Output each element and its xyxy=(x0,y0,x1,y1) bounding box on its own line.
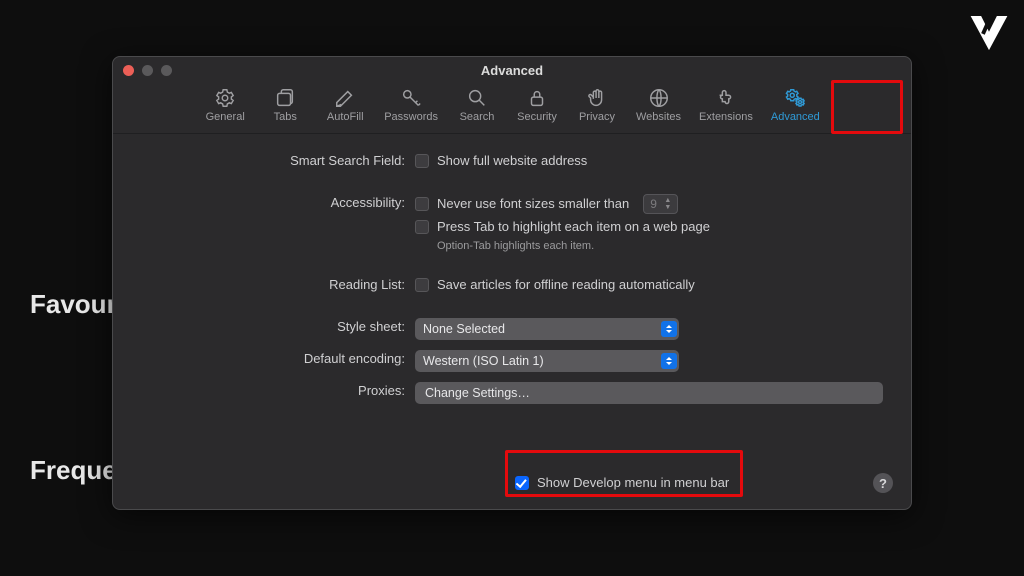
label-proxies: Proxies: xyxy=(141,382,415,400)
row-style-sheet: Style sheet: None Selected xyxy=(141,318,883,340)
tab-extensions[interactable]: Extensions xyxy=(691,85,761,125)
tab-label: General xyxy=(206,111,245,123)
gears-icon xyxy=(784,87,806,109)
min-font-size-value: 9 xyxy=(646,195,661,213)
tab-websites[interactable]: Websites xyxy=(628,85,689,125)
tab-label: Search xyxy=(460,111,495,123)
background-text-favourites: Favouri xyxy=(30,289,124,320)
label-accessibility: Accessibility: xyxy=(141,194,415,212)
checkbox-tab-highlight[interactable] xyxy=(415,220,429,234)
tab-label: Extensions xyxy=(699,111,753,123)
min-font-size-stepper[interactable]: 9 ▲▼ xyxy=(643,194,678,214)
lock-icon xyxy=(526,87,548,109)
tab-label: Websites xyxy=(636,111,681,123)
advanced-pane: Smart Search Field: Show full website ad… xyxy=(113,134,911,428)
key-icon xyxy=(400,87,422,109)
window-titlebar: Advanced xyxy=(113,57,911,83)
hand-icon xyxy=(586,87,608,109)
row-accessibility: Accessibility: Never use font sizes smal… xyxy=(141,194,883,252)
checkbox-show-full-url[interactable] xyxy=(415,154,429,168)
tab-label: Privacy xyxy=(579,111,615,123)
checkbox-min-font-size[interactable] xyxy=(415,197,429,211)
option-offline-reading: Save articles for offline reading automa… xyxy=(437,276,695,294)
help-button[interactable]: ? xyxy=(873,473,893,493)
preferences-toolbar: General Tabs AutoFill Passwords Search S… xyxy=(113,83,911,134)
tab-label: AutoFill xyxy=(327,111,364,123)
select-default-encoding-value: Western (ISO Latin 1) xyxy=(423,354,544,368)
tab-tabs[interactable]: Tabs xyxy=(256,85,314,125)
puzzle-icon xyxy=(715,87,737,109)
select-default-encoding[interactable]: Western (ISO Latin 1) xyxy=(415,350,679,372)
note-option-tab: Option-Tab highlights each item. xyxy=(415,240,883,252)
tab-passwords[interactable]: Passwords xyxy=(376,85,446,125)
brand-logo-icon xyxy=(968,12,1010,54)
tab-general[interactable]: General xyxy=(196,85,254,125)
tab-label: Security xyxy=(517,111,557,123)
label-style-sheet: Style sheet: xyxy=(141,318,415,336)
tab-label: Passwords xyxy=(384,111,438,123)
preferences-window: Advanced General Tabs AutoFill Passwords… xyxy=(112,56,912,510)
tab-search[interactable]: Search xyxy=(448,85,506,125)
stepper-arrows-icon: ▲▼ xyxy=(661,197,675,211)
option-tab-highlight: Press Tab to highlight each item on a we… xyxy=(437,218,710,236)
label-default-encoding: Default encoding: xyxy=(141,350,415,368)
row-reading-list: Reading List: Save articles for offline … xyxy=(141,276,883,294)
annotation-highlight-develop xyxy=(505,450,743,497)
row-smart-search: Smart Search Field: Show full website ad… xyxy=(141,152,883,170)
tab-advanced[interactable]: Advanced xyxy=(763,85,828,125)
row-default-encoding: Default encoding: Western (ISO Latin 1) xyxy=(141,350,883,372)
tab-label: Advanced xyxy=(771,111,820,123)
tab-privacy[interactable]: Privacy xyxy=(568,85,626,125)
change-proxy-settings-button[interactable]: Change Settings… xyxy=(415,382,883,404)
label-smart-search: Smart Search Field: xyxy=(141,152,415,170)
globe-icon xyxy=(648,87,670,109)
window-title: Advanced xyxy=(113,63,911,78)
select-arrows-icon xyxy=(661,321,677,337)
annotation-highlight-advanced xyxy=(831,80,903,134)
select-style-sheet[interactable]: None Selected xyxy=(415,318,679,340)
option-min-font-size: Never use font sizes smaller than xyxy=(437,195,629,213)
option-show-full-url: Show full website address xyxy=(437,152,587,170)
label-reading-list: Reading List: xyxy=(141,276,415,294)
search-icon xyxy=(466,87,488,109)
pencil-icon xyxy=(334,87,356,109)
tab-label: Tabs xyxy=(274,111,297,123)
select-arrows-icon xyxy=(661,353,677,369)
checkbox-offline-reading[interactable] xyxy=(415,278,429,292)
gear-icon xyxy=(214,87,236,109)
row-proxies: Proxies: Change Settings… xyxy=(141,382,883,404)
tab-autofill[interactable]: AutoFill xyxy=(316,85,374,125)
select-style-sheet-value: None Selected xyxy=(423,322,505,336)
tabs-icon xyxy=(274,87,296,109)
tab-security[interactable]: Security xyxy=(508,85,566,125)
